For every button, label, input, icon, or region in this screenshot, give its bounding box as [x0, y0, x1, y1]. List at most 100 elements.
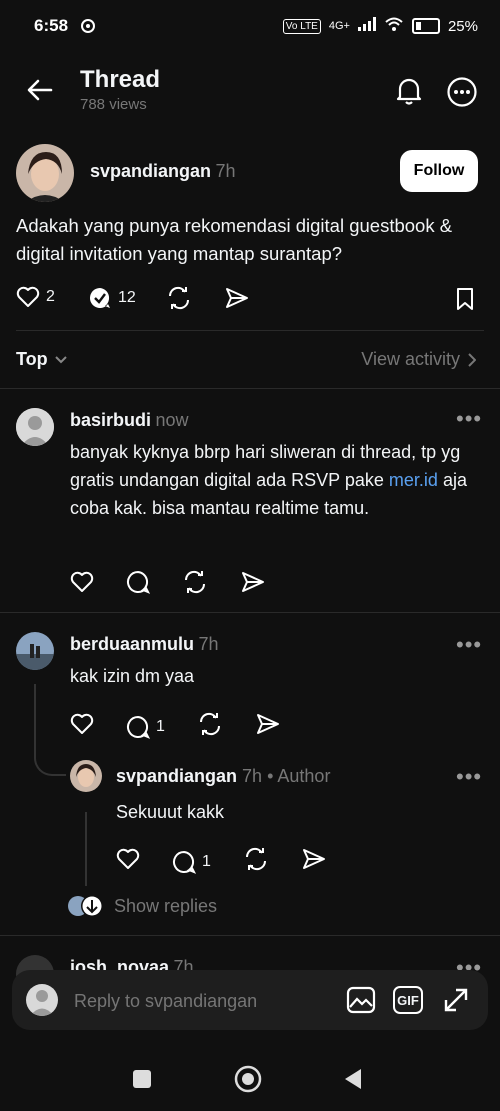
like-count: 2 — [46, 288, 55, 305]
recents-button[interactable] — [133, 1070, 151, 1088]
more-options-button[interactable] — [444, 74, 480, 110]
notifications-button[interactable] — [392, 74, 426, 108]
show-replies-label: Show replies — [114, 895, 218, 916]
comment-more-button[interactable]: ••• — [456, 632, 482, 658]
comment-text: banyak kyknya bbrp hari sliweran di thre… — [70, 438, 480, 522]
reply-composer: GIF — [12, 970, 488, 1030]
reply-button[interactable] — [126, 570, 151, 599]
send-icon — [256, 714, 279, 734]
comment-icon — [127, 570, 151, 594]
view-activity-link[interactable]: View activity — [361, 349, 476, 370]
comment-actions: 1 — [70, 712, 281, 741]
expand-icon — [444, 988, 468, 1012]
repost-button[interactable] — [166, 286, 192, 310]
comment-icon — [127, 715, 150, 739]
comment-more-button[interactable]: ••• — [456, 406, 482, 432]
gif-button[interactable]: GIF — [393, 986, 423, 1014]
bookmark-button[interactable] — [455, 287, 475, 311]
triangle-back-icon — [345, 1069, 361, 1089]
more-circle-icon — [447, 77, 477, 107]
reply-button[interactable]: 1 — [126, 715, 165, 739]
sort-dropdown[interactable]: Top — [16, 349, 68, 370]
heart-icon — [70, 713, 94, 734]
battery-percent: 25% — [447, 17, 478, 35]
like-button[interactable] — [116, 848, 140, 875]
send-icon — [302, 849, 325, 869]
avatar-image — [16, 144, 74, 202]
battery-icon — [411, 18, 440, 34]
comment-author-line: basirbudi now — [70, 410, 189, 431]
heart-icon — [116, 848, 140, 869]
avatar-image — [16, 632, 54, 670]
image-icon — [346, 986, 376, 1014]
post-author-line: svpandiangan 7h — [90, 161, 236, 182]
thread-line — [85, 812, 87, 886]
share-button[interactable] — [301, 848, 327, 875]
back-button[interactable] — [24, 74, 56, 106]
share-button[interactable] — [240, 571, 266, 598]
threads-status-icon — [80, 18, 96, 39]
repost-button[interactable] — [243, 847, 269, 876]
repost-button[interactable] — [197, 712, 223, 741]
wifi-icon — [384, 16, 404, 36]
post-username[interactable]: svpandiangan — [90, 161, 211, 181]
comment-text: kak izin dm yaa — [70, 666, 195, 686]
chevron-right-icon — [468, 352, 476, 367]
divider — [0, 935, 500, 936]
share-button[interactable] — [224, 287, 250, 309]
default-user-icon — [16, 408, 54, 446]
status-right: Vo LTE 4G+ 25% — [282, 16, 478, 36]
reply-avatar[interactable] — [70, 760, 102, 792]
post-text: Adakah yang punya rekomendasi digital gu… — [16, 215, 453, 264]
post-time: 7h — [215, 161, 236, 181]
arrow-left-icon — [27, 79, 53, 101]
reply-username[interactable]: svpandiangan — [116, 766, 237, 786]
heart-icon — [70, 571, 94, 592]
comment-icon — [173, 850, 196, 874]
like-button[interactable] — [70, 713, 94, 740]
status-time: 6:58 — [34, 16, 69, 35]
sort-label: Top — [16, 349, 48, 369]
comment-link[interactable]: mer.id — [389, 470, 438, 490]
repost-icon — [199, 712, 220, 736]
my-avatar — [26, 984, 58, 1016]
comment-username[interactable]: basirbudi — [70, 410, 151, 430]
follow-button[interactable]: Follow — [400, 150, 478, 192]
comment-avatar[interactable] — [16, 632, 54, 670]
reply-input[interactable] — [72, 984, 336, 1018]
divider — [0, 388, 500, 389]
back-nav-button[interactable] — [344, 1068, 362, 1095]
reply-button[interactable]: 1 — [172, 850, 211, 874]
network-type: 4G+ — [328, 20, 350, 32]
thread-line — [34, 684, 66, 776]
comment-username[interactable]: berduaanmulu — [70, 634, 194, 654]
comment-time: 7h — [198, 634, 219, 654]
like-button[interactable]: 2 — [16, 286, 55, 308]
divider — [16, 330, 484, 331]
repost-icon — [168, 286, 190, 310]
default-user-icon — [26, 984, 58, 1016]
page-title: Thread — [80, 66, 161, 93]
view-count: 788 views — [80, 96, 147, 113]
comment-avatar[interactable] — [16, 408, 54, 446]
image-button[interactable] — [346, 986, 376, 1014]
post-author-avatar[interactable] — [16, 144, 74, 202]
bookmark-icon — [457, 288, 473, 310]
comment-actions — [70, 570, 266, 599]
divider — [0, 612, 500, 613]
send-icon — [242, 572, 264, 592]
comment-author-line: berduaanmulu 7h — [70, 634, 219, 655]
home-circle-icon — [234, 1065, 262, 1093]
bell-icon — [396, 78, 422, 105]
replies-button[interactable]: 12 — [88, 286, 136, 310]
share-button[interactable] — [255, 713, 281, 740]
reply-time: 7h — [242, 766, 263, 786]
reply-more-button[interactable]: ••• — [456, 764, 482, 790]
repost-button[interactable] — [182, 570, 208, 599]
expand-button[interactable] — [442, 986, 470, 1014]
like-button[interactable] — [70, 571, 94, 598]
reply-author-line: svpandiangan 7h • Author — [116, 766, 330, 787]
home-button[interactable] — [234, 1065, 262, 1098]
heart-icon — [16, 286, 40, 307]
show-replies-button[interactable]: Show replies — [68, 894, 217, 918]
